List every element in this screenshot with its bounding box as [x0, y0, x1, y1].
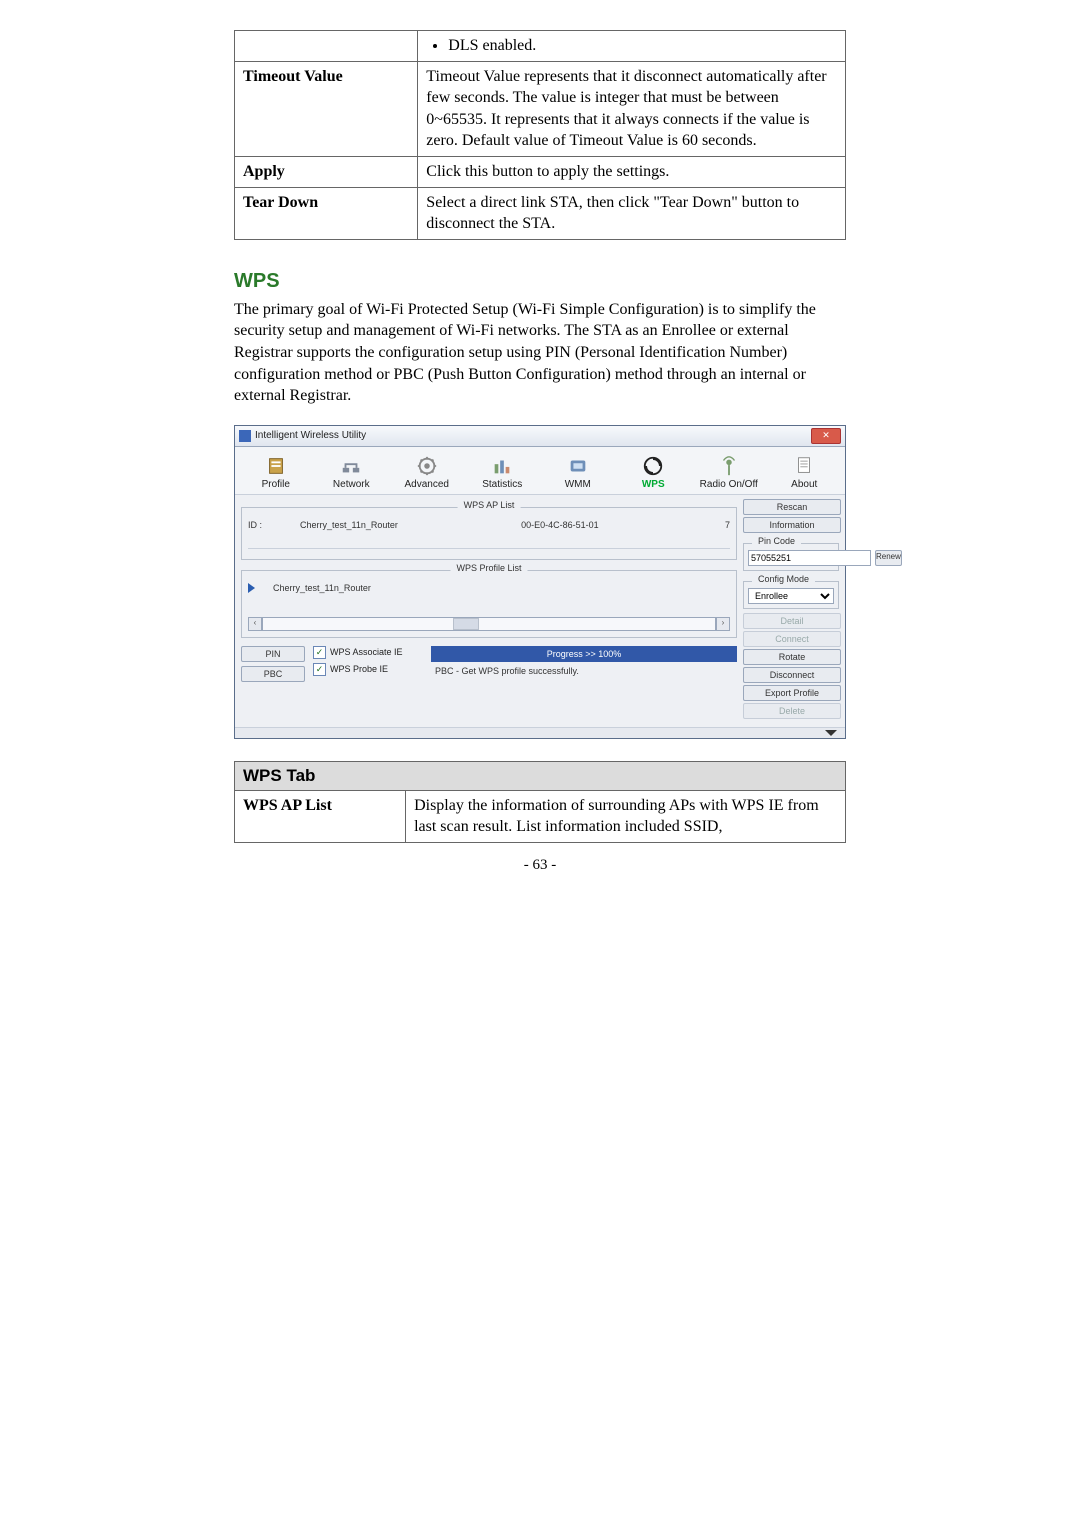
status-text: PBC - Get WPS profile successfully.: [431, 666, 737, 676]
tab-profile-label: Profile: [262, 479, 290, 490]
tab-network[interactable]: Network: [315, 453, 389, 492]
scroll-track[interactable]: [262, 617, 716, 631]
tab-radio-label: Radio On/Off: [700, 479, 758, 490]
progress-bar: Progress >> 100%: [431, 646, 737, 662]
disconnect-button[interactable]: Disconnect: [743, 667, 841, 683]
window-title: Intelligent Wireless Utility: [255, 430, 366, 441]
configmode-title: Config Mode: [752, 574, 815, 584]
wps-profile-list-group: WPS Profile List Cherry_test_11n_Router …: [241, 570, 737, 638]
tab-advanced-label: Advanced: [405, 479, 449, 490]
tab-wps-label: WPS: [642, 479, 665, 490]
active-profile-arrow-icon: [248, 583, 255, 593]
wireless-utility-window: Intelligent Wireless Utility ✕ Profile N…: [234, 425, 846, 739]
wps-ap-list-title: WPS AP List: [458, 500, 521, 510]
toolbar: Profile Network Advanced Statistics: [235, 447, 845, 495]
wps-aplist-text: Display the information of surrounding A…: [406, 790, 846, 842]
titlebar: Intelligent Wireless Utility ✕: [235, 426, 845, 447]
scroll-left-button[interactable]: ‹: [248, 617, 262, 631]
tab-statistics[interactable]: Statistics: [466, 453, 540, 492]
dls-cell: DLS enabled.: [418, 31, 846, 62]
renew-button[interactable]: Renew: [875, 550, 902, 566]
wps-probe-checkbox[interactable]: ✓: [313, 663, 326, 676]
page-number: - 63 -: [234, 857, 846, 874]
tab-statistics-label: Statistics: [482, 479, 522, 490]
expand-bar[interactable]: [235, 727, 845, 738]
wps-associate-label: WPS Associate IE: [330, 647, 403, 657]
wps-tab-table: WPS Tab WPS AP List Display the informat…: [234, 761, 846, 843]
wps-ap-list-group: WPS AP List ID : Cherry_test_11n_Router …: [241, 507, 737, 560]
rotate-button[interactable]: Rotate: [743, 649, 841, 665]
teardown-label: Tear Down: [235, 187, 418, 239]
wps-aplist-label: WPS AP List: [235, 790, 406, 842]
pincode-title: Pin Code: [752, 536, 801, 546]
ap-mac: 00-E0-4C-86-51-01: [521, 520, 698, 530]
wps-heading: WPS: [234, 270, 846, 293]
network-icon: [338, 455, 364, 477]
apply-label: Apply: [235, 156, 418, 187]
app-icon: [239, 430, 251, 442]
pincode-input[interactable]: [748, 550, 871, 566]
ap-ssid: Cherry_test_11n_Router: [300, 520, 509, 530]
empty-label-cell: [235, 31, 418, 62]
chevron-down-icon: [825, 730, 837, 736]
statistics-icon: [489, 455, 515, 477]
wps-icon: [640, 455, 666, 477]
profile-row[interactable]: Cherry_test_11n_Router: [248, 581, 730, 595]
pincode-group: Pin Code Renew: [743, 543, 839, 571]
rescan-button[interactable]: Rescan: [743, 499, 841, 515]
tab-about-label: About: [791, 479, 817, 490]
profile-icon: [263, 455, 289, 477]
tab-advanced[interactable]: Advanced: [390, 453, 464, 492]
close-button[interactable]: ✕: [811, 428, 841, 444]
ap-row[interactable]: ID : Cherry_test_11n_Router 00-E0-4C-86-…: [248, 518, 730, 532]
about-icon: [791, 455, 817, 477]
export-profile-button[interactable]: Export Profile: [743, 685, 841, 701]
tab-about[interactable]: About: [768, 453, 842, 492]
horizontal-scrollbar[interactable]: ‹ ›: [248, 617, 730, 631]
ap-channel: 7: [710, 520, 730, 530]
tab-radio[interactable]: Radio On/Off: [692, 453, 766, 492]
advanced-icon: [414, 455, 440, 477]
apply-text: Click this button to apply the settings.: [418, 156, 846, 187]
pbc-button[interactable]: PBC: [241, 666, 305, 682]
scroll-right-button[interactable]: ›: [716, 617, 730, 631]
information-button[interactable]: Information: [743, 517, 841, 533]
pin-button[interactable]: PIN: [241, 646, 305, 662]
configmode-select[interactable]: Enrollee: [748, 588, 834, 604]
teardown-text: Select a direct link STA, then click "Te…: [418, 187, 846, 239]
profile-name: Cherry_test_11n_Router: [273, 583, 371, 593]
tab-wmm-label: WMM: [565, 479, 591, 490]
configmode-group: Config Mode Enrollee: [743, 581, 839, 609]
timeout-table: DLS enabled. Timeout Value Timeout Value…: [234, 30, 846, 240]
tab-wmm[interactable]: WMM: [541, 453, 615, 492]
timeout-label: Timeout Value: [235, 61, 418, 156]
wps-profile-list-title: WPS Profile List: [450, 563, 527, 573]
scroll-thumb[interactable]: [453, 618, 479, 630]
detail-button[interactable]: Detail: [743, 613, 841, 629]
tab-profile[interactable]: Profile: [239, 453, 313, 492]
wmm-icon: [565, 455, 591, 477]
progress-label: Progress >> 100%: [547, 649, 622, 659]
wps-paragraph: The primary goal of Wi-Fi Protected Setu…: [234, 299, 846, 407]
wps-tab-header: WPS Tab: [235, 761, 846, 790]
wps-probe-label: WPS Probe IE: [330, 664, 388, 674]
delete-button[interactable]: Delete: [743, 703, 841, 719]
tab-wps[interactable]: WPS: [617, 453, 691, 492]
radio-icon: [716, 455, 742, 477]
tab-network-label: Network: [333, 479, 370, 490]
connect-button[interactable]: Connect: [743, 631, 841, 647]
dls-bullet: DLS enabled.: [448, 35, 837, 57]
ap-id-label: ID :: [248, 520, 288, 530]
wps-associate-checkbox[interactable]: ✓: [313, 646, 326, 659]
timeout-text: Timeout Value represents that it disconn…: [418, 61, 846, 156]
